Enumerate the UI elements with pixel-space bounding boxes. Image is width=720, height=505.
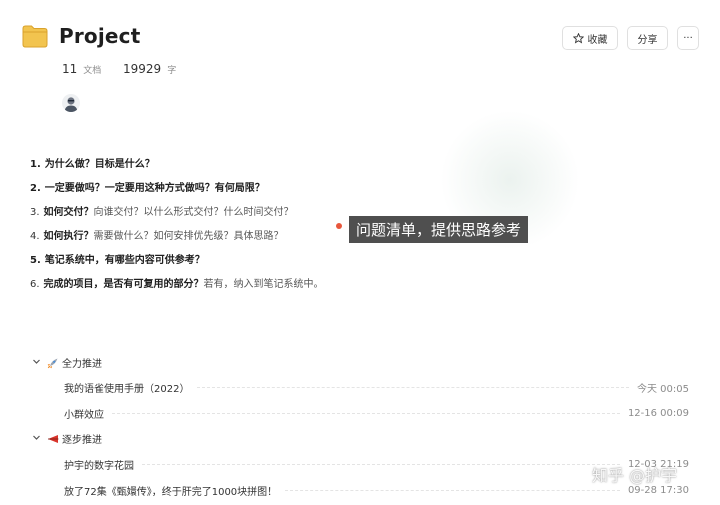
user-avatar-icon bbox=[64, 97, 78, 112]
question-item-6: 6. 完成的项目，是否有可复用的部分？若有，纳入到笔记系统中。 bbox=[30, 279, 324, 290]
more-icon: ··· bbox=[683, 32, 693, 44]
question-item-1: 1. 为什么做？目标是什么？ bbox=[30, 159, 155, 170]
share-button[interactable]: 分享 bbox=[627, 26, 668, 50]
doc-title[interactable]: 放了72集《甄嬛传》，终于肝完了1000块拼图！ bbox=[64, 483, 277, 498]
group-label: 逐步推进 bbox=[62, 435, 102, 446]
share-label: 分享 bbox=[637, 34, 658, 46]
avatar[interactable] bbox=[62, 94, 80, 112]
question-item-3: 3. 如何交付？向谁交付？以什么形式交付？什么时间交付？ bbox=[30, 207, 294, 218]
group-header-step-push[interactable]: 逐步推进 bbox=[47, 431, 102, 446]
docs-count-stat: 11 文档 bbox=[62, 62, 101, 76]
star-icon bbox=[572, 32, 584, 43]
favorite-button[interactable]: 收藏 bbox=[562, 26, 618, 50]
red-flag-icon bbox=[48, 434, 59, 443]
words-count-stat: 19929 字 bbox=[123, 62, 176, 76]
page-title: Project bbox=[59, 24, 141, 48]
doc-title[interactable]: 我的语雀使用手册（2022） bbox=[64, 380, 189, 395]
list-item[interactable]: 小群效应 12-16 00:09 bbox=[64, 406, 689, 421]
leader-line bbox=[285, 490, 620, 491]
question-item-4: 4. 如何执行？需要做什么？如何安排优先级？具体思路？ bbox=[30, 231, 284, 242]
group-label: 全力推进 bbox=[62, 359, 102, 370]
leader-line bbox=[142, 464, 620, 465]
favorite-label: 收藏 bbox=[587, 34, 608, 46]
rocket-icon bbox=[47, 358, 58, 368]
folder-icon bbox=[22, 25, 48, 48]
doc-date: 12-16 00:09 bbox=[627, 408, 689, 419]
question-item-2: 2. 一定要做吗？一定要用这种方式做吗？有何局限？ bbox=[30, 183, 265, 194]
docs-unit: 文档 bbox=[83, 66, 102, 76]
doc-date: 09-28 17:30 bbox=[627, 485, 689, 496]
words-unit: 字 bbox=[167, 66, 177, 76]
question-item-5: 5. 笔记系统中，有哪些内容可供参考？ bbox=[30, 255, 205, 266]
words-count: 19929 bbox=[123, 62, 162, 76]
annotation-dot bbox=[336, 223, 342, 229]
group-header-full-push[interactable]: 全力推进 bbox=[47, 355, 102, 370]
leader-line bbox=[197, 387, 629, 388]
chevron-down-icon[interactable] bbox=[32, 357, 41, 366]
chevron-down-icon[interactable] bbox=[32, 433, 41, 442]
doc-title[interactable]: 护宇的数字花园 bbox=[64, 457, 134, 472]
list-item[interactable]: 我的语雀使用手册（2022） 今天 00:05 bbox=[64, 380, 689, 395]
doc-title[interactable]: 小群效应 bbox=[64, 406, 104, 421]
annotation-tooltip: 问题清单，提供思路参考 bbox=[349, 216, 529, 243]
watermark: 知乎 @护宇 bbox=[592, 466, 678, 485]
leader-line bbox=[112, 413, 620, 414]
docs-count: 11 bbox=[62, 62, 78, 76]
more-options-button[interactable]: ··· bbox=[677, 26, 699, 50]
doc-date: 今天 00:05 bbox=[637, 384, 689, 395]
